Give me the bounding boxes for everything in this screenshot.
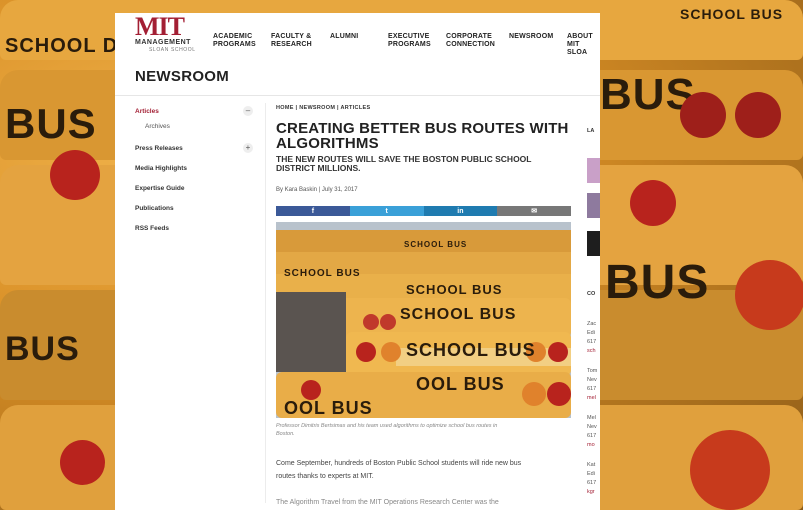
bg-bus-text: SCHOOL BUS <box>680 6 784 22</box>
mit-sloan-logo[interactable]: MIT MANAGEMENT SLOAN SCHOOL <box>135 13 196 54</box>
facebook-share-button[interactable]: f <box>276 206 350 216</box>
expand-icon[interactable]: + <box>243 143 253 153</box>
bus-sign: SCHOOL BUS <box>406 340 536 360</box>
email-icon: ✉ <box>531 208 538 215</box>
tail-lamp <box>680 92 726 138</box>
sidebar-item-rss-feeds[interactable]: RSS Feeds <box>135 225 169 232</box>
contact-text: Nev <box>587 424 597 430</box>
tail-lamp <box>60 440 105 485</box>
divider <box>115 95 600 96</box>
breadcrumb-home[interactable]: HOME <box>276 105 294 111</box>
contact-text: 617 <box>587 339 597 345</box>
article-body: Come September, hundreds of Boston Publi… <box>276 460 522 480</box>
bus-sign: OOL BUS <box>284 398 373 418</box>
thumbnail[interactable] <box>587 158 600 183</box>
logo-line2: SLOAN SCHOOL <box>149 47 196 53</box>
linkedin-icon: in <box>457 207 464 215</box>
twitter-share-button[interactable]: t <box>349 206 424 216</box>
breadcrumb: HOME | NEWSROOM | ARTICLES <box>276 105 571 111</box>
nav-executive-programs[interactable]: EXECUTIVE PROGRAMS <box>388 33 431 49</box>
logo-line1: MANAGEMENT <box>135 39 191 46</box>
breadcrumb-articles[interactable]: ARTICLES <box>341 105 371 111</box>
contact-text: Tom <box>587 368 598 374</box>
nav-academic-programs[interactable]: ACADEMIC PROGRAMS <box>213 33 256 49</box>
page-title: NEWSROOM <box>135 68 230 85</box>
contact-text: Mel <box>587 415 596 421</box>
tail-lamp <box>630 180 676 226</box>
share-bar: f t in ✉ <box>276 206 571 216</box>
nav-faculty-research[interactable]: FACULTY & RESEARCH <box>271 33 312 49</box>
breadcrumb-separator: | <box>295 105 298 111</box>
contact-email-link[interactable]: mel <box>587 395 596 401</box>
facebook-icon: f <box>311 207 315 215</box>
byline: By Kara Baskin | July 31, 2017 <box>276 187 358 193</box>
breadcrumb-newsroom[interactable]: NEWSROOM <box>299 105 335 111</box>
contact-text: 617 <box>587 386 597 392</box>
sidebar-item-publications[interactable]: Publications <box>135 205 174 212</box>
bus-sign: OOL BUS <box>416 374 505 394</box>
article: HOME | NEWSROOM | ARTICLES CREATING BETT… <box>276 105 571 506</box>
sidebar-item-archives[interactable]: Archives <box>145 123 170 130</box>
contact-heading: CO <box>587 291 596 297</box>
tail-lamp <box>50 150 100 200</box>
bus-sign: SCHOOL BUS <box>406 282 503 297</box>
bg-bus-text: BUS <box>605 256 710 309</box>
article-body-next: The Algorithm Travel from the MIT Operat… <box>276 499 499 506</box>
collapse-icon[interactable]: – <box>243 106 253 116</box>
bg-bus-text: BUS <box>5 100 97 147</box>
contact-text: Edi <box>587 471 595 477</box>
contact-email-link[interactable]: mo <box>587 442 595 448</box>
contact-text: Edi <box>587 330 595 336</box>
contact-text: 617 <box>587 480 597 486</box>
sidebar-item-articles[interactable]: Articles <box>135 108 159 115</box>
bus-sign: SCHOOL BUS <box>404 240 468 249</box>
sidebar-item-expertise-guide[interactable]: Expertise Guide <box>135 185 185 192</box>
contact-text: Zac <box>587 321 597 327</box>
contact-text: Nev <box>587 377 597 383</box>
sidebar-item-media-highlights[interactable]: Media Highlights <box>135 165 187 172</box>
latest-heading: LA <box>587 128 595 134</box>
photo-caption: Professor Dimitris Bertsimas and his tea… <box>276 423 498 437</box>
article-subheadline: THE NEW ROUTES WILL SAVE THE BOSTON PUBL… <box>276 154 532 173</box>
article-headline: CREATING BETTER BUS ROUTES WITH ALGORITH… <box>276 120 569 152</box>
nav-newsroom[interactable]: NEWSROOM <box>509 33 553 41</box>
email-share-button[interactable]: ✉ <box>497 206 571 216</box>
nav-corporate-connection[interactable]: CORPORATE CONNECTION <box>446 33 495 49</box>
tail-lamp <box>690 430 770 510</box>
contact-text: 617 <box>587 433 597 439</box>
bus-sign: SCHOOL BUS <box>284 268 361 279</box>
contact-email-link[interactable]: sch <box>587 348 596 354</box>
contact-text: Kat <box>587 462 596 468</box>
sidebar-item-press-releases[interactable]: Press Releases <box>135 145 183 152</box>
breadcrumb-separator: | <box>337 105 339 111</box>
nav-alumni[interactable]: ALUMNI <box>330 33 358 41</box>
thumbnail[interactable] <box>587 193 600 218</box>
twitter-icon: t <box>385 207 388 215</box>
tail-lamp <box>735 260 803 330</box>
bus-sign: SCHOOL BUS <box>400 306 517 323</box>
site-header: MIT MANAGEMENT SLOAN SCHOOL ACADEMIC PROG… <box>115 13 600 58</box>
nav-about[interactable]: ABOUT MIT SLOA <box>567 33 600 57</box>
column-divider <box>265 103 266 503</box>
contact-email-link[interactable]: kgr <box>587 489 595 495</box>
article-photo: SCHOOL BUS SCHOOL BUS SCHOOL BUS SCHOOL … <box>276 222 571 418</box>
logo-mark: MIT <box>135 13 185 41</box>
thumbnail[interactable] <box>587 231 600 256</box>
bg-bus-text: BUS <box>5 330 80 368</box>
tail-lamp <box>735 92 781 138</box>
linkedin-share-button[interactable]: in <box>423 206 498 216</box>
webpage: MIT MANAGEMENT SLOAN SCHOOL ACADEMIC PROG… <box>115 13 600 510</box>
